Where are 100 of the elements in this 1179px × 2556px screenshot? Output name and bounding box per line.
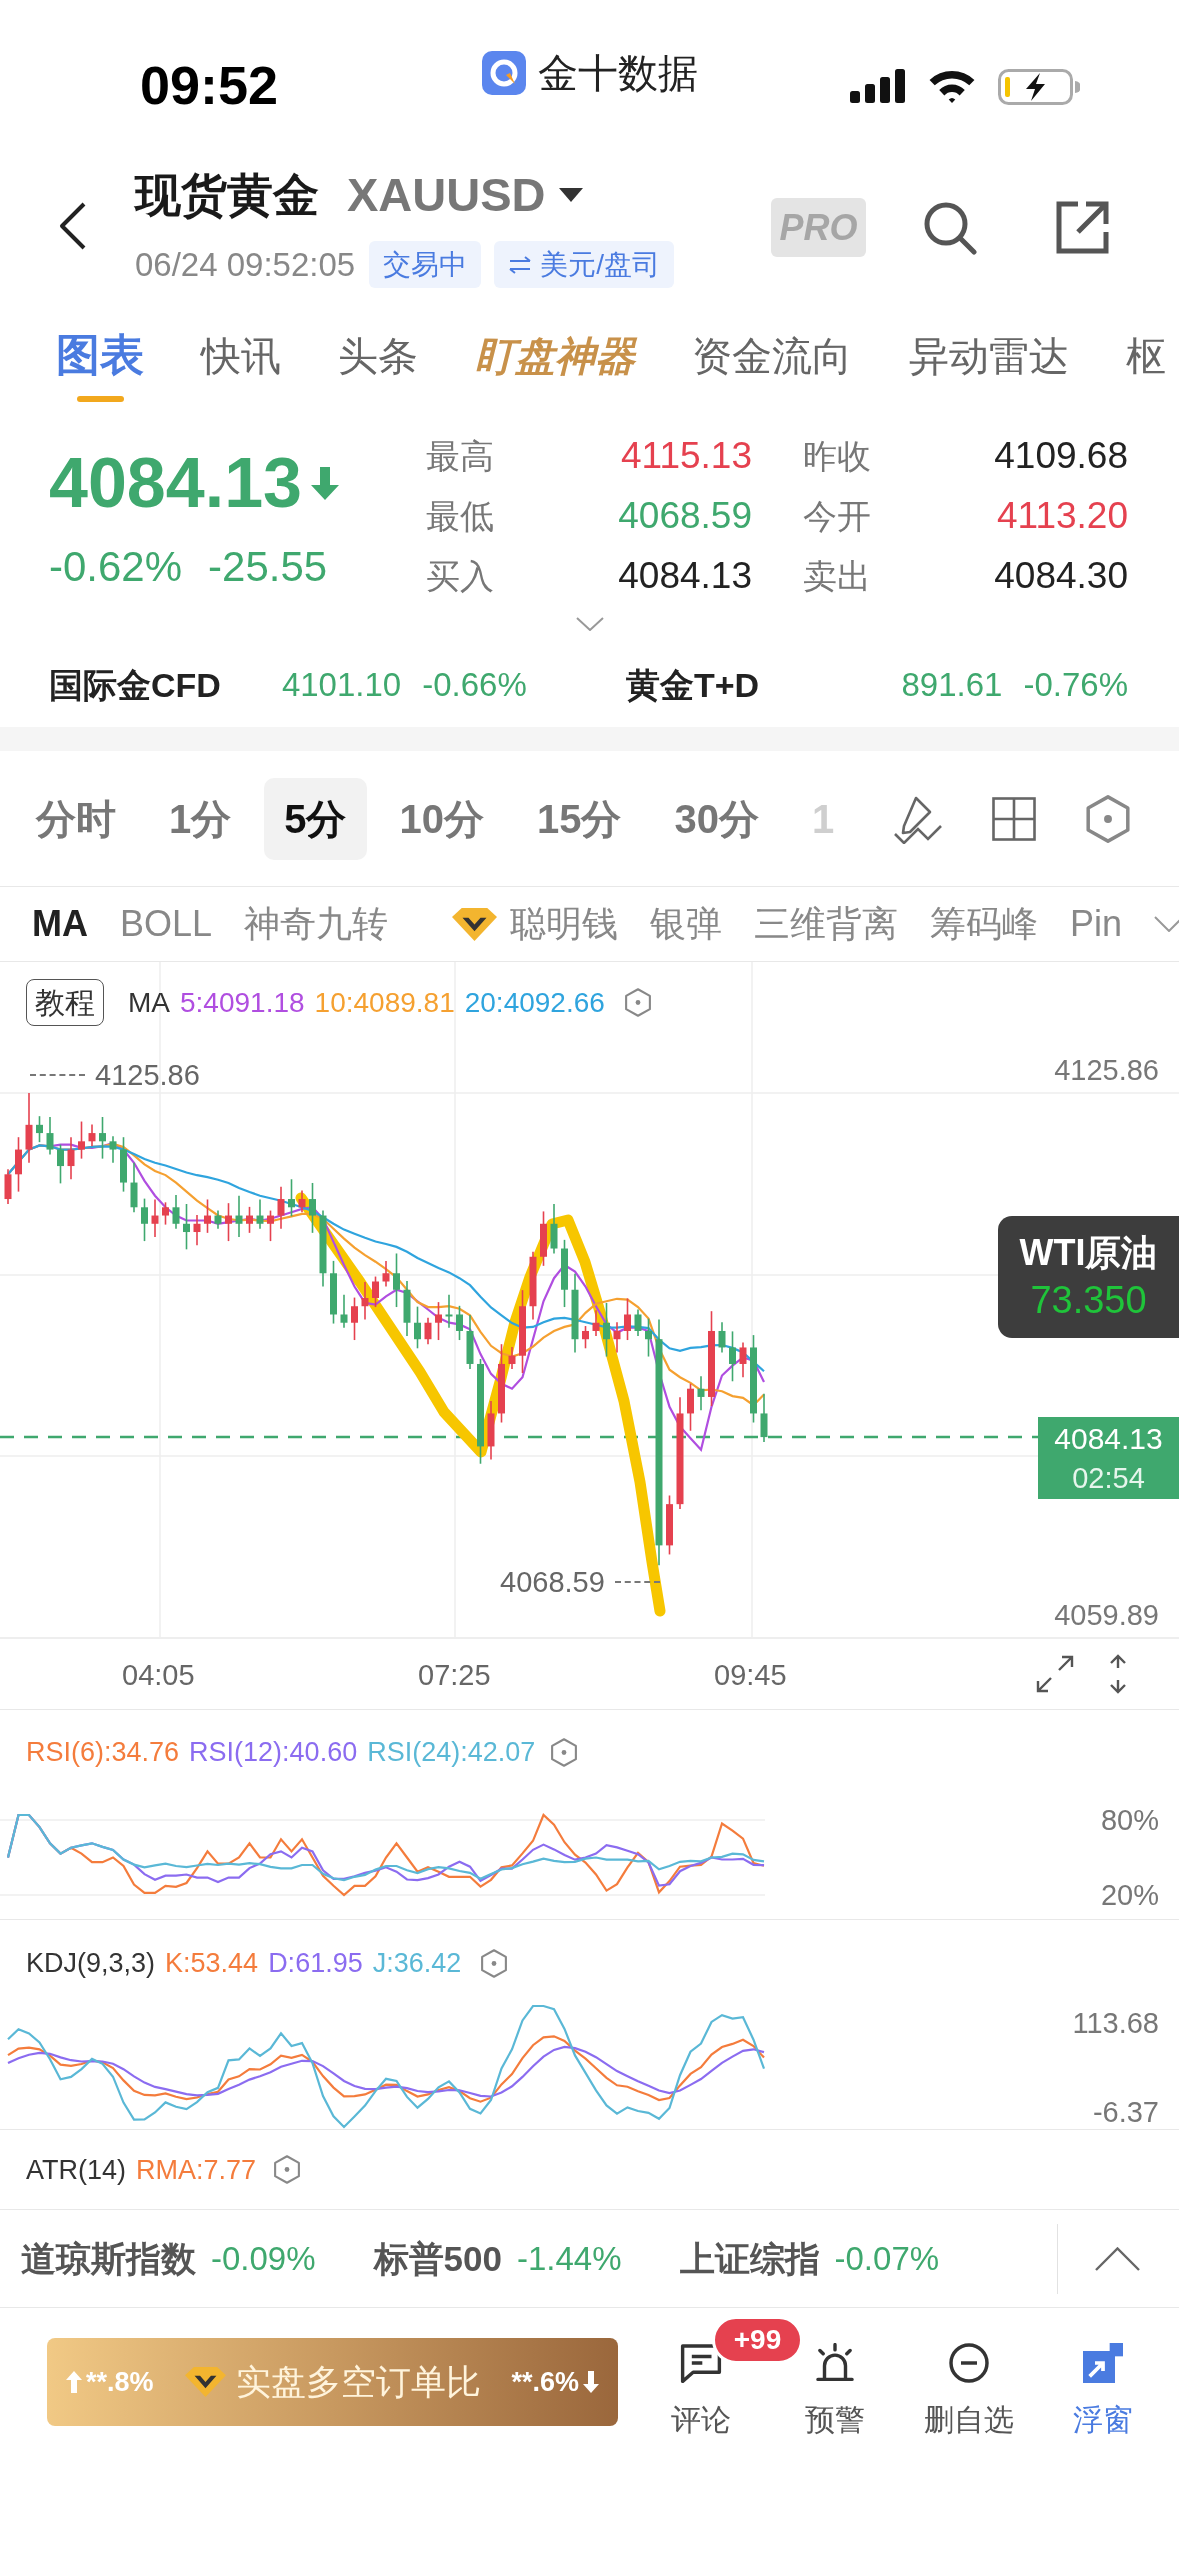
change-amount: -25.55 bbox=[208, 546, 328, 588]
wti-name: WTI原油 bbox=[1019, 1233, 1158, 1273]
indicator-tab[interactable]: 聪明钱 bbox=[452, 902, 619, 946]
candle bbox=[120, 1136, 127, 1193]
comment-icon bbox=[680, 2343, 722, 2383]
search-icon[interactable] bbox=[923, 200, 977, 255]
indicator-tab[interactable]: 三维背离 bbox=[754, 902, 899, 946]
indicator-tab[interactable]: MA bbox=[32, 902, 88, 946]
axis-label: 80% bbox=[1100, 1805, 1159, 1835]
expand-icon[interactable] bbox=[1036, 1655, 1074, 1693]
tab[interactable]: 异动雷达 bbox=[909, 333, 1069, 377]
indicator-tab[interactable]: 筹码峰 bbox=[930, 902, 1039, 946]
candle bbox=[172, 1194, 180, 1230]
kdj-value: J:36.42 bbox=[372, 1948, 462, 1978]
kdj-value: K:53.44 bbox=[165, 1948, 259, 1978]
candle bbox=[309, 1182, 316, 1234]
candle bbox=[15, 1136, 22, 1193]
indicator-tab[interactable]: Pin bbox=[1070, 902, 1123, 946]
chevron-down-icon[interactable] bbox=[575, 617, 604, 631]
share-icon[interactable] bbox=[1056, 201, 1109, 254]
index-change: -0.07% bbox=[834, 2238, 940, 2279]
candle bbox=[109, 1135, 117, 1164]
unit-switch-button[interactable]: 美元/盘司 bbox=[494, 241, 674, 288]
axis-label: -6.37 bbox=[1092, 2097, 1159, 2127]
timeframe-tab[interactable]: 10分 bbox=[379, 777, 504, 860]
tab[interactable]: 枢 bbox=[1126, 333, 1166, 377]
index-name: 标普500 bbox=[373, 2238, 502, 2279]
axis-label: 113.68 bbox=[1072, 2008, 1159, 2038]
vertical-resize-icon[interactable] bbox=[1108, 1654, 1128, 1694]
market-name: 国际金CFD bbox=[49, 664, 221, 705]
candle bbox=[687, 1382, 694, 1432]
indicator-tab[interactable]: 神奇九转 bbox=[244, 902, 389, 946]
app-logo-icon bbox=[481, 51, 526, 95]
candle bbox=[382, 1260, 390, 1288]
clock-time: 09:52 bbox=[140, 58, 279, 112]
candle bbox=[729, 1330, 736, 1383]
index-change: -0.09% bbox=[211, 2238, 316, 2279]
app-name: 金十数据 bbox=[537, 51, 698, 95]
candle bbox=[466, 1314, 474, 1370]
long-short-ratio-button[interactable]: **.8% 实盘多空订单比 **.6% bbox=[47, 2338, 618, 2426]
settings-icon[interactable] bbox=[1086, 794, 1130, 843]
stat-value: 4113.20 bbox=[997, 496, 1128, 536]
rsi-value: RSI(6):34.76 bbox=[26, 1737, 180, 1767]
last-price-value: 4084.13 bbox=[1054, 1421, 1163, 1457]
candle bbox=[445, 1293, 453, 1329]
timeframe-tab[interactable]: 15分 bbox=[517, 777, 642, 860]
candle bbox=[67, 1136, 75, 1181]
stat-label: 最低 bbox=[426, 496, 494, 536]
stat-value: 4084.13 bbox=[618, 556, 752, 596]
settings-icon[interactable] bbox=[551, 1737, 578, 1767]
candle bbox=[424, 1317, 432, 1345]
axis-label: 4125.86 bbox=[1054, 1055, 1159, 1085]
tutorial-button[interactable]: 教程 bbox=[26, 979, 104, 1026]
axis-label: 20% bbox=[1100, 1880, 1159, 1910]
bar-countdown: 02:54 bbox=[1072, 1461, 1145, 1496]
settings-icon[interactable] bbox=[481, 1948, 508, 1978]
candle bbox=[277, 1185, 285, 1230]
candle bbox=[540, 1210, 547, 1267]
grid-icon[interactable] bbox=[992, 796, 1036, 841]
floating-window-button[interactable]: 浮窗 bbox=[1036, 2338, 1170, 2438]
tab[interactable]: 资金流向 bbox=[692, 333, 852, 377]
chevron-down-icon[interactable] bbox=[1154, 916, 1179, 932]
timeframe-tab[interactable]: 分时 bbox=[16, 777, 136, 860]
timeframe-tab[interactable]: 1分 bbox=[149, 777, 252, 860]
remove-watchlist-button[interactable]: 删自选 bbox=[902, 2338, 1036, 2438]
candle bbox=[204, 1198, 211, 1234]
tab[interactable]: 快讯 bbox=[201, 333, 281, 377]
tab[interactable]: 头条 bbox=[338, 333, 418, 377]
candle bbox=[298, 1189, 306, 1214]
back-icon bbox=[59, 202, 87, 250]
signal-icon bbox=[850, 69, 906, 103]
indicator-tab[interactable]: BOLL bbox=[120, 902, 213, 946]
settings-icon[interactable] bbox=[274, 2155, 301, 2184]
candle bbox=[46, 1116, 54, 1156]
timestamp: 06/24 09:52:05 bbox=[135, 245, 356, 285]
candle bbox=[351, 1296, 358, 1341]
chevron-up-icon[interactable] bbox=[1095, 2246, 1140, 2271]
stat-label: 今开 bbox=[803, 496, 871, 536]
candle bbox=[4, 1168, 12, 1205]
candle bbox=[760, 1392, 768, 1443]
caret-icon[interactable] bbox=[559, 188, 584, 202]
index-name: 上证综指 bbox=[679, 2238, 820, 2279]
candle bbox=[36, 1115, 43, 1143]
candle bbox=[403, 1280, 411, 1337]
candle bbox=[697, 1375, 705, 1411]
candle bbox=[487, 1400, 495, 1461]
candle bbox=[141, 1197, 148, 1242]
up-arrow-icon bbox=[66, 2371, 82, 2393]
indicator-tab[interactable]: 银弹 bbox=[650, 902, 723, 946]
wti-price: 73.350 bbox=[1030, 1279, 1147, 1321]
battery-charging-icon bbox=[998, 69, 1080, 105]
settings-icon[interactable] bbox=[624, 988, 651, 1017]
wti-quote-panel[interactable]: WTI原油 73.350 bbox=[998, 1216, 1179, 1338]
kdj-value: D:61.95 bbox=[268, 1948, 363, 1978]
tab[interactable]: 图表 bbox=[56, 333, 144, 402]
instrument-symbol[interactable]: XAUUSD bbox=[347, 167, 546, 223]
timeframe-tab[interactable]: 5分 bbox=[264, 777, 367, 860]
high-price-label: 4125.86 bbox=[95, 1060, 200, 1090]
candle bbox=[561, 1239, 568, 1308]
timeframe-tab[interactable]: 30分 bbox=[654, 777, 779, 860]
